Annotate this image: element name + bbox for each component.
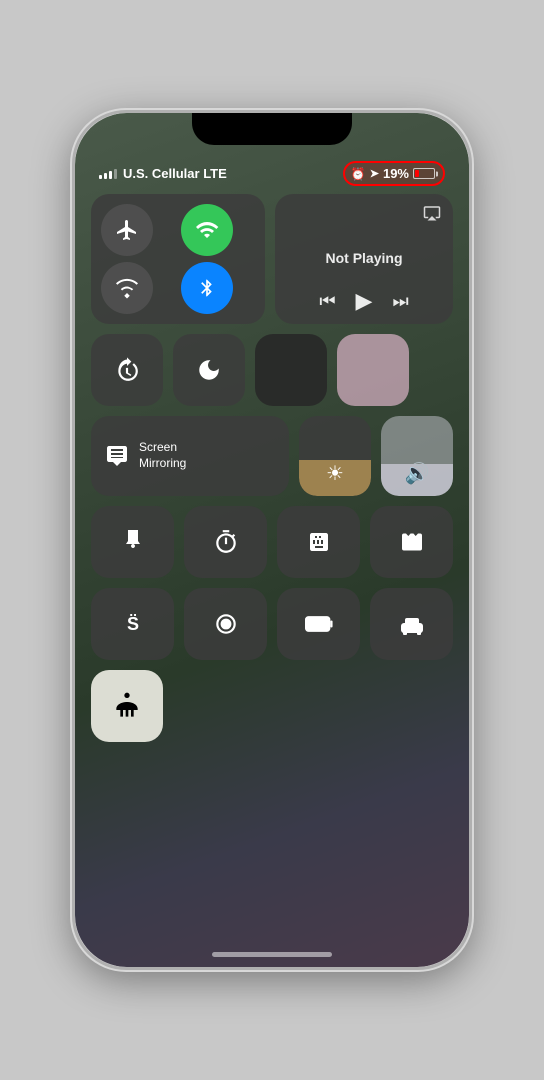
battery-area: ⏰ ➤ 19% [343, 161, 445, 186]
wifi-button[interactable] [181, 204, 233, 256]
rotation-lock-icon [114, 357, 140, 383]
alarm-icon: ⏰ [351, 167, 366, 181]
airplay-icon[interactable] [423, 204, 441, 227]
row-app-buttons-2: S̈ [91, 588, 453, 660]
next-button[interactable]: ⏭ [392, 291, 408, 312]
now-playing-title: Not Playing [287, 250, 441, 266]
signal-bars [99, 169, 117, 179]
timer-button[interactable] [184, 506, 267, 578]
brightness-slider[interactable]: ☀ [299, 416, 371, 496]
screen-mirroring-label: ScreenMirroring [139, 440, 186, 471]
screen-record-button[interactable] [184, 588, 267, 660]
location-icon: ➤ [370, 167, 379, 180]
screen-mirroring-button[interactable]: ScreenMirroring [91, 416, 289, 496]
calculator-button[interactable] [277, 506, 360, 578]
moon-icon [196, 357, 222, 383]
bluetooth-icon [197, 276, 217, 300]
play-button[interactable]: ▶ [356, 288, 373, 314]
bluetooth-button[interactable] [181, 262, 233, 314]
phone-device: U.S. Cellular LTE ⏰ ➤ 19% [72, 110, 472, 970]
volume-slider[interactable]: 🔊 [381, 416, 453, 496]
home-indicator[interactable] [212, 952, 332, 957]
rotation-lock-button[interactable] [91, 334, 163, 406]
row-mirroring-sliders: ScreenMirroring ☀ 🔊 [91, 416, 453, 496]
volume-down-button[interactable] [72, 393, 74, 448]
power-button[interactable] [470, 328, 472, 408]
notch [192, 113, 352, 145]
sleep-button[interactable] [370, 588, 453, 660]
shazam-icon: S̈ [121, 612, 145, 636]
timer-icon [213, 529, 239, 555]
status-left: U.S. Cellular LTE [99, 166, 227, 181]
calculator-icon [307, 530, 331, 554]
airplay-svg [423, 204, 441, 222]
brightness-icon: ☀ [326, 461, 344, 486]
camera-icon [399, 530, 425, 554]
now-playing-panel: Not Playing ⏮ ▶ ⏭ [275, 194, 453, 324]
sleep-icon [399, 613, 425, 635]
cellular-data-button[interactable] [101, 262, 153, 314]
light-tile-button[interactable] [337, 334, 409, 406]
carrier-label: U.S. Cellular LTE [123, 166, 227, 181]
battery-low-power-icon [305, 615, 333, 633]
battery-percent: 19% [383, 166, 409, 181]
screen-mirroring-icon [105, 444, 129, 468]
connectivity-grid [91, 194, 265, 324]
airplane-mode-button[interactable] [101, 204, 153, 256]
svg-text:S̈: S̈ [126, 614, 138, 634]
shazam-button[interactable]: S̈ [91, 588, 174, 660]
cellular-icon [116, 277, 138, 299]
accessibility-icon [111, 690, 143, 722]
row-app-buttons-1 [91, 506, 453, 578]
phone-screen: U.S. Cellular LTE ⏰ ➤ 19% [75, 113, 469, 967]
battery-icon [413, 168, 435, 179]
flashlight-icon [121, 528, 145, 556]
previous-button[interactable]: ⏮ [319, 291, 335, 312]
row-lock-dnd [91, 334, 453, 406]
row-accessibility [91, 670, 453, 742]
accessibility-button[interactable] [91, 670, 163, 742]
row-connectivity-nowplaying: Not Playing ⏮ ▶ ⏭ [91, 194, 453, 324]
camera-button[interactable] [370, 506, 453, 578]
airplane-icon [115, 218, 139, 242]
now-playing-header [287, 204, 441, 227]
wifi-icon [195, 218, 219, 242]
volume-icon: 🔊 [405, 461, 430, 486]
screen-record-icon [213, 611, 239, 637]
flashlight-button[interactable] [91, 506, 174, 578]
dark-tile-button[interactable] [255, 334, 327, 406]
low-power-button[interactable] [277, 588, 360, 660]
do-not-disturb-button[interactable] [173, 334, 245, 406]
volume-up-button[interactable] [72, 328, 74, 383]
control-center: Not Playing ⏮ ▶ ⏭ [75, 194, 469, 967]
playback-controls: ⏮ ▶ ⏭ [287, 288, 441, 314]
